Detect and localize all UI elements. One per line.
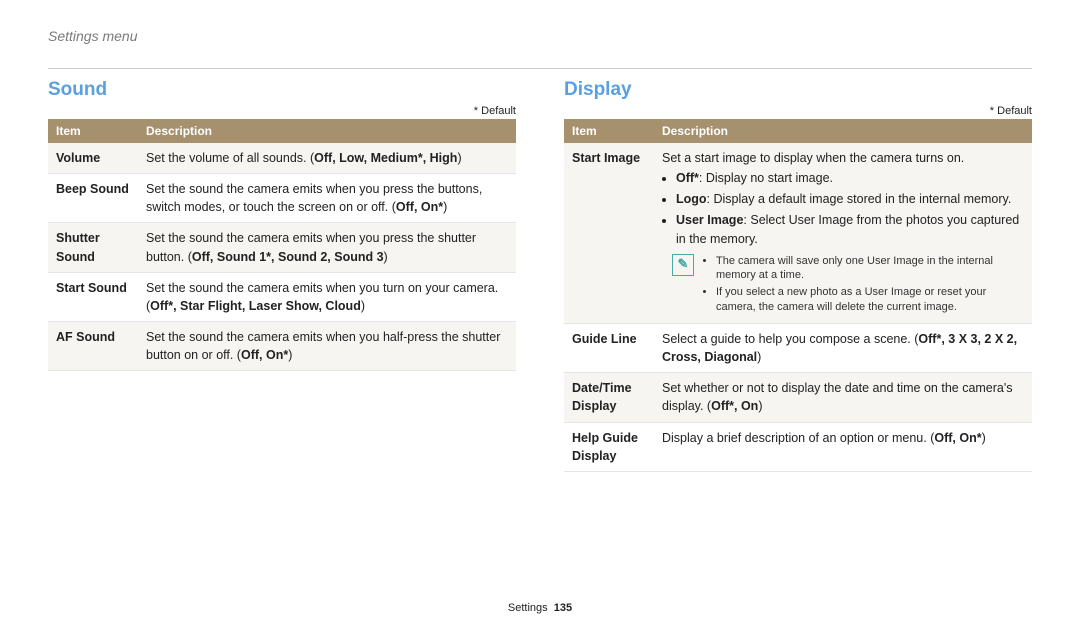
sound-header-row: Item Description	[48, 119, 516, 143]
page: Settings menu Sound * Default Item Descr…	[0, 0, 1080, 630]
txt: )	[982, 431, 986, 445]
sound-table: Item Description Volume Set the volume o…	[48, 119, 516, 371]
display-desc-guideline: Select a guide to help you compose a sce…	[654, 324, 1032, 373]
txt: )	[443, 200, 447, 214]
opts: Off, On*	[241, 348, 288, 362]
opts: Off*, On	[711, 399, 758, 413]
txt: )	[758, 399, 762, 413]
sound-desc-shutter: Set the sound the camera emits when you …	[138, 223, 516, 272]
opt-label: User Image	[676, 213, 743, 227]
txt: Display a brief description of an option…	[662, 431, 934, 445]
rule-top	[48, 68, 1032, 69]
page-footer: Settings 135	[0, 602, 1080, 614]
start-image-bullets: Off*: Display no start image. Logo: Disp…	[662, 169, 1024, 248]
list-item: Off*: Display no start image.	[676, 169, 1024, 187]
list-item: Logo: Display a default image stored in …	[676, 190, 1024, 208]
footer-section: Settings	[508, 602, 548, 614]
opt-label: Logo	[676, 192, 707, 206]
display-th-desc: Description	[654, 119, 1032, 143]
breadcrumb: Settings menu	[48, 28, 1032, 44]
sound-item-shutter: Shutter Sound	[48, 223, 138, 272]
txt: )	[361, 299, 365, 313]
display-table: Item Description Start Image Set a start…	[564, 119, 1032, 472]
display-desc-startimage: Set a start image to display when the ca…	[654, 143, 1032, 324]
txt: )	[384, 250, 388, 264]
note-item: If you select a new photo as a User Imag…	[716, 285, 1024, 315]
display-item-helpguide: Help Guide Display	[564, 422, 654, 471]
footer-page: 135	[554, 602, 572, 614]
sound-desc-beep: Set the sound the camera emits when you …	[138, 174, 516, 223]
opt-label: Off*	[676, 171, 699, 185]
sound-desc-af: Set the sound the camera emits when you …	[138, 321, 516, 370]
txt: Set the sound the camera emits when you …	[146, 330, 500, 362]
table-row: Guide Line Select a guide to help you co…	[564, 324, 1032, 373]
sound-th-desc: Description	[138, 119, 516, 143]
opts: Off*, Star Flight, Laser Show, Cloud	[150, 299, 361, 313]
opts: Off, On*	[934, 431, 981, 445]
sound-column: Sound * Default Item Description Volume …	[48, 79, 516, 472]
note-box: ✎ The camera will save only one User Ima…	[662, 254, 1024, 317]
txt: Set the volume of all sounds. (	[146, 151, 314, 165]
display-title: Display	[564, 79, 1032, 101]
opts: Off, Low, Medium*, High	[314, 151, 457, 165]
sound-desc-start: Set the sound the camera emits when you …	[138, 272, 516, 321]
sound-item-af: AF Sound	[48, 321, 138, 370]
table-row: AF Sound Set the sound the camera emits …	[48, 321, 516, 370]
opts: Off, On*	[396, 200, 443, 214]
sound-item-start: Start Sound	[48, 272, 138, 321]
txt: )	[288, 348, 292, 362]
table-row: Volume Set the volume of all sounds. (Of…	[48, 143, 516, 174]
display-header-row: Item Description	[564, 119, 1032, 143]
display-desc-helpguide: Display a brief description of an option…	[654, 422, 1032, 471]
sound-item-beep: Beep Sound	[48, 174, 138, 223]
default-note-sound: * Default	[48, 105, 516, 117]
sound-title: Sound	[48, 79, 516, 101]
txt: : Display no start image.	[699, 171, 833, 185]
display-item-datetime: Date/Time Display	[564, 373, 654, 422]
default-note-display: * Default	[564, 105, 1032, 117]
table-row: Help Guide Display Display a brief descr…	[564, 422, 1032, 471]
display-column: Display * Default Item Description Start…	[564, 79, 1032, 472]
columns: Sound * Default Item Description Volume …	[48, 79, 1032, 472]
table-row: Beep Sound Set the sound the camera emit…	[48, 174, 516, 223]
display-th-item: Item	[564, 119, 654, 143]
txt: )	[457, 151, 461, 165]
display-desc-datetime: Set whether or not to display the date a…	[654, 373, 1032, 422]
display-item-startimage: Start Image	[564, 143, 654, 324]
table-row: Start Sound Set the sound the camera emi…	[48, 272, 516, 321]
txt: : Display a default image stored in the …	[707, 192, 1012, 206]
sound-th-item: Item	[48, 119, 138, 143]
display-item-guideline: Guide Line	[564, 324, 654, 373]
list-item: User Image: Select User Image from the p…	[676, 211, 1024, 247]
table-row: Shutter Sound Set the sound the camera e…	[48, 223, 516, 272]
table-row: Start Image Set a start image to display…	[564, 143, 1032, 324]
table-row: Date/Time Display Set whether or not to …	[564, 373, 1032, 422]
opts: Off, Sound 1*, Sound 2, Sound 3	[192, 250, 384, 264]
note-item: The camera will save only one User Image…	[716, 254, 1024, 284]
txt: )	[757, 350, 761, 364]
txt: Select a guide to help you compose a sce…	[662, 332, 918, 346]
txt: Set a start image to display when the ca…	[662, 149, 1024, 167]
note-list: The camera will save only one User Image…	[702, 254, 1024, 317]
sound-item-volume: Volume	[48, 143, 138, 174]
note-icon: ✎	[672, 254, 694, 276]
sound-desc-volume: Set the volume of all sounds. (Off, Low,…	[138, 143, 516, 174]
